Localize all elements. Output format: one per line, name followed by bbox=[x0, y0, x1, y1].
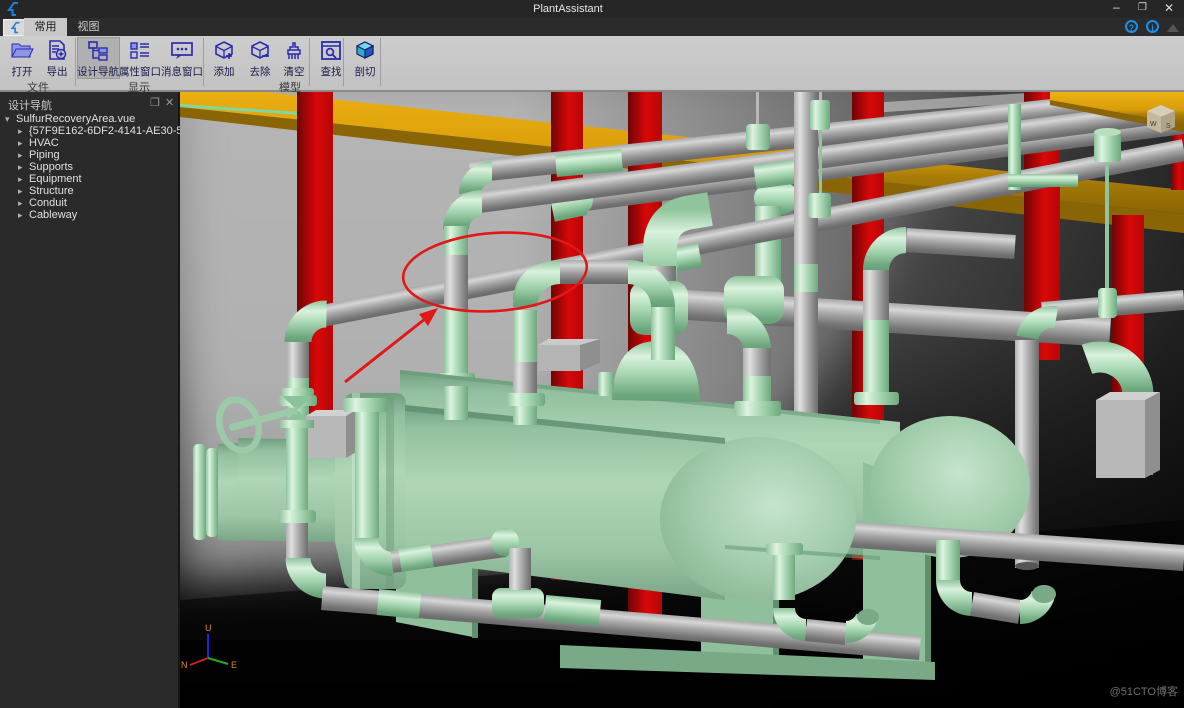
svg-text:W: W bbox=[1150, 121, 1157, 128]
svg-text:U: U bbox=[205, 623, 212, 633]
svg-text:@51CTO博客: @51CTO博客 bbox=[1110, 684, 1178, 698]
svg-text:N: N bbox=[181, 660, 188, 670]
svg-text:E: E bbox=[231, 660, 237, 670]
svg-text:S: S bbox=[1166, 123, 1171, 130]
